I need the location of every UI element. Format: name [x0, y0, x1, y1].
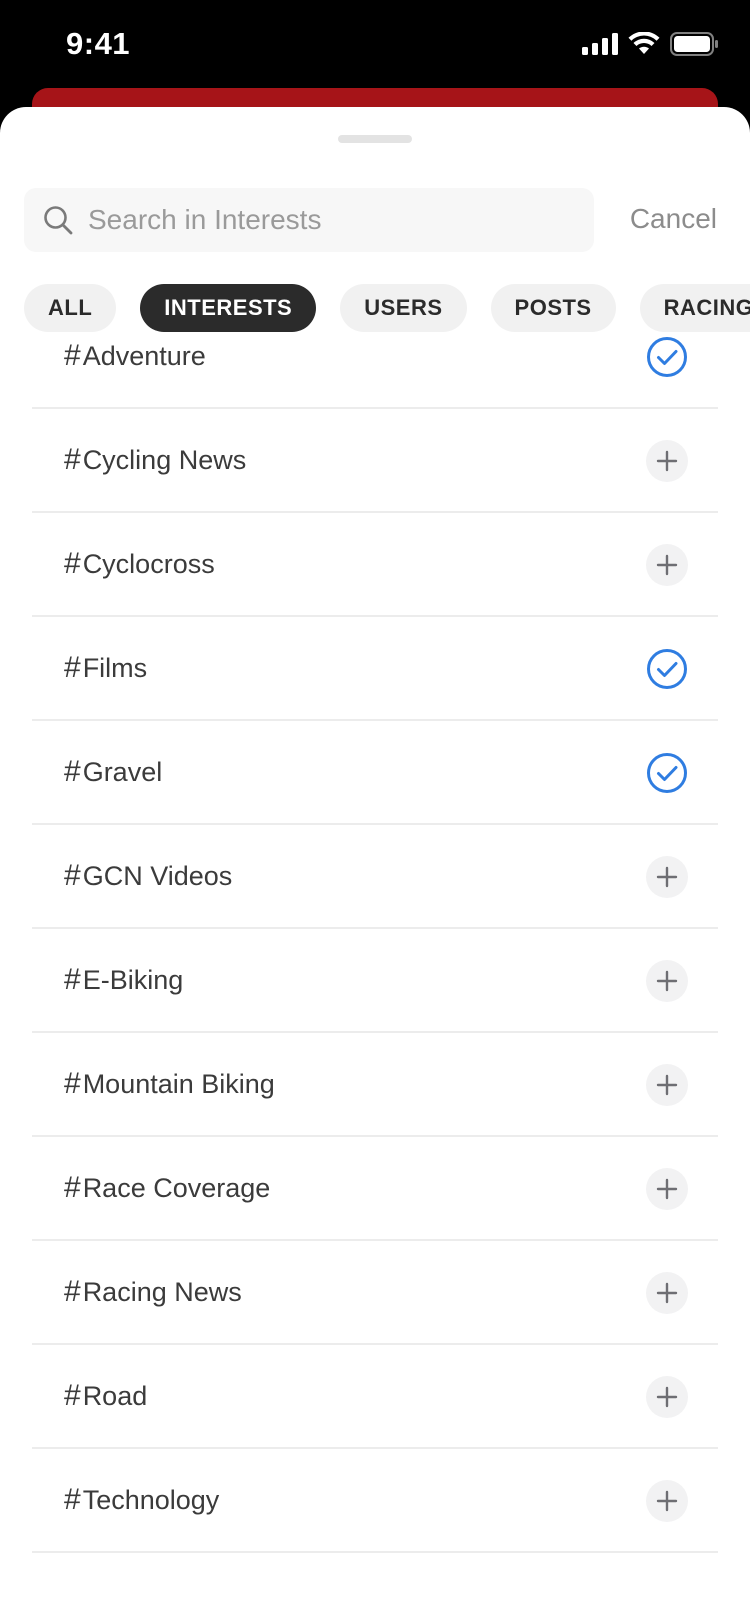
plus-icon[interactable]	[646, 1480, 688, 1522]
check-circle-icon[interactable]	[646, 752, 688, 794]
interest-row-road[interactable]: # Road	[32, 1345, 718, 1449]
interest-row-mountain-biking[interactable]: # Mountain Biking	[32, 1033, 718, 1137]
plus-icon[interactable]	[646, 856, 688, 898]
plus-icon[interactable]	[646, 1376, 688, 1418]
interest-row-racing-news[interactable]: # Racing News	[32, 1241, 718, 1345]
interest-label: # GCN Videos	[64, 859, 232, 893]
interests-sheet: Cancel ALL INTERESTS USERS POSTS RACING …	[0, 107, 750, 1624]
hashtag-symbol: #	[64, 1275, 81, 1308]
interest-name: Road	[82, 1381, 148, 1411]
interest-row-e-biking[interactable]: # E-Biking	[32, 929, 718, 1033]
interest-list: # Adventure # Cycling News # Cyclocross # Films…	[32, 305, 718, 1553]
interest-label: # Gravel	[64, 755, 162, 789]
cancel-button[interactable]: Cancel	[630, 203, 717, 235]
search-bar[interactable]	[24, 188, 594, 252]
interest-label: # E-Biking	[64, 963, 183, 997]
interest-name: Racing News	[82, 1277, 242, 1307]
hashtag-symbol: #	[64, 547, 81, 580]
interest-label: # Technology	[64, 1483, 219, 1517]
cellular-signal-icon	[582, 33, 618, 55]
interest-name: GCN Videos	[82, 861, 233, 891]
hashtag-symbol: #	[64, 1379, 81, 1412]
status-time: 9:41	[66, 26, 131, 61]
interest-name: Cycling News	[82, 445, 247, 475]
interest-row-gcn-videos[interactable]: # GCN Videos	[32, 825, 718, 929]
plus-icon[interactable]	[646, 1272, 688, 1314]
interest-label: # Cyclocross	[64, 547, 215, 581]
interest-row-cyclocross[interactable]: # Cyclocross	[32, 513, 718, 617]
interest-name: E-Biking	[82, 965, 184, 995]
interest-label: # Mountain Biking	[64, 1067, 275, 1101]
interest-label: # Films	[64, 651, 147, 685]
search-input[interactable]	[88, 204, 568, 236]
interest-row-technology[interactable]: # Technology	[32, 1449, 718, 1553]
interest-name: Cyclocross	[82, 549, 215, 579]
hashtag-symbol: #	[64, 1067, 81, 1100]
interest-row-cycling-news[interactable]: # Cycling News	[32, 409, 718, 513]
interest-label: # Race Coverage	[64, 1171, 270, 1205]
plus-icon[interactable]	[646, 960, 688, 1002]
interest-label: # Racing News	[64, 1275, 242, 1309]
interest-name: Race Coverage	[82, 1173, 271, 1203]
battery-icon	[670, 32, 718, 56]
sheet-grabber[interactable]	[338, 135, 412, 143]
interest-name: Gravel	[82, 757, 163, 787]
interest-name: Films	[82, 653, 148, 683]
interest-label: # Cycling News	[64, 443, 246, 477]
plus-icon[interactable]	[646, 1064, 688, 1106]
interest-row-gravel[interactable]: # Gravel	[32, 721, 718, 825]
hashtag-symbol: #	[64, 443, 81, 476]
plus-icon[interactable]	[646, 1168, 688, 1210]
search-icon	[42, 204, 74, 236]
interest-row-adventure[interactable]: # Adventure	[32, 305, 718, 409]
plus-icon[interactable]	[646, 544, 688, 586]
interest-label: # Adventure	[64, 339, 206, 373]
interest-name: Technology	[82, 1485, 220, 1515]
status-icons	[582, 32, 718, 56]
hashtag-symbol: #	[64, 755, 81, 788]
hashtag-symbol: #	[64, 651, 81, 684]
hashtag-symbol: #	[64, 859, 81, 892]
interest-row-race-coverage[interactable]: # Race Coverage	[32, 1137, 718, 1241]
plus-icon[interactable]	[646, 440, 688, 482]
interest-name: Adventure	[82, 341, 206, 371]
interest-label: # Road	[64, 1379, 147, 1413]
hashtag-symbol: #	[64, 1483, 81, 1516]
interest-row-films[interactable]: # Films	[32, 617, 718, 721]
wifi-icon	[628, 32, 660, 54]
check-circle-icon[interactable]	[646, 336, 688, 378]
hashtag-symbol: #	[64, 339, 81, 372]
check-circle-icon[interactable]	[646, 648, 688, 690]
hashtag-symbol: #	[64, 963, 81, 996]
status-bar: 9:41	[0, 0, 750, 96]
interest-name: Mountain Biking	[82, 1069, 275, 1099]
hashtag-symbol: #	[64, 1171, 81, 1204]
